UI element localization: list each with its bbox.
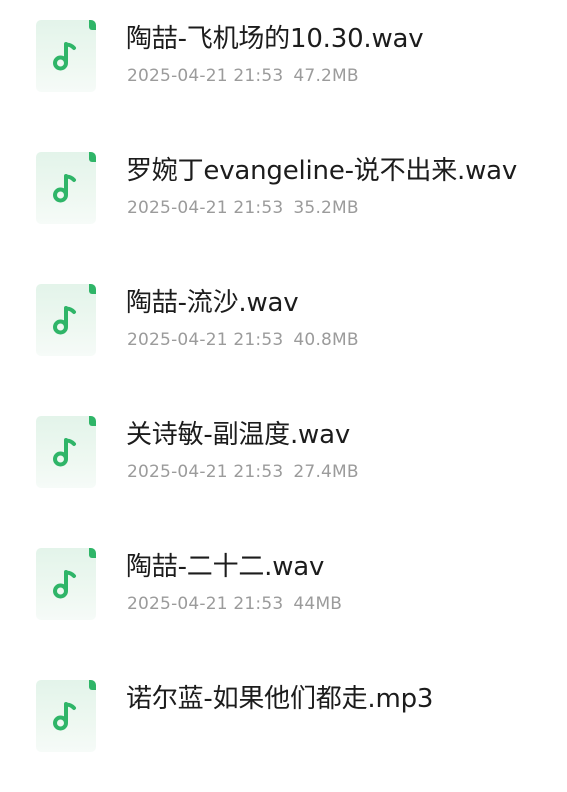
- list-item[interactable]: 陶喆-二十二.wav 2025-04-21 21:53 44MB: [0, 528, 567, 660]
- file-name: 关诗敏-副温度.wav: [126, 420, 351, 450]
- music-note-icon: [53, 702, 76, 731]
- music-note-icon: [53, 438, 76, 467]
- audio-file-icon: [36, 680, 96, 752]
- file-name: 陶喆-二十二.wav: [126, 552, 325, 582]
- file-meta: 2025-04-21 21:53 44MB: [127, 592, 342, 616]
- audio-file-icon: [36, 416, 96, 488]
- file-name: 诺尔蓝-如果他们都走.mp3: [126, 684, 434, 714]
- file-meta: 2025-04-21 21:53 27.4MB: [127, 460, 359, 484]
- file-name: 罗婉丁evangeline-说不出来.wav: [126, 156, 518, 186]
- file-datetime: 2025-04-21 21:53: [127, 594, 284, 614]
- list-item[interactable]: 陶喆-飞机场的10.30.wav 2025-04-21 21:53 47.2MB: [0, 0, 567, 132]
- music-note-icon: [53, 174, 76, 203]
- list-item[interactable]: 关诗敏-副温度.wav 2025-04-21 21:53 27.4MB: [0, 396, 567, 528]
- audio-file-icon: [36, 20, 96, 92]
- audio-file-icon: [36, 548, 96, 620]
- file-size: 40.8MB: [293, 330, 359, 350]
- file-meta: 2025-04-21 21:53 47.2MB: [127, 64, 359, 88]
- music-note-icon: [53, 570, 76, 599]
- file-list: 陶喆-飞机场的10.30.wav 2025-04-21 21:53 47.2MB …: [0, 0, 567, 752]
- file-size: 35.2MB: [293, 198, 359, 218]
- audio-file-icon: [36, 152, 96, 224]
- audio-file-icon: [36, 284, 96, 356]
- music-note-icon: [53, 306, 76, 335]
- file-datetime: 2025-04-21 21:53: [127, 462, 284, 482]
- file-size: 44MB: [293, 594, 343, 614]
- file-datetime: 2025-04-21 21:53: [127, 198, 284, 218]
- file-meta: 2025-04-21 21:53 35.2MB: [127, 196, 359, 220]
- file-datetime: 2025-04-21 21:53: [127, 330, 284, 350]
- file-meta: [127, 724, 137, 748]
- file-size: 27.4MB: [293, 462, 359, 482]
- list-item[interactable]: 诺尔蓝-如果他们都走.mp3: [0, 660, 567, 792]
- file-meta: 2025-04-21 21:53 40.8MB: [127, 328, 359, 352]
- music-note-icon: [53, 42, 76, 71]
- list-item[interactable]: 罗婉丁evangeline-说不出来.wav 2025-04-21 21:53 3…: [0, 132, 567, 264]
- file-size: 47.2MB: [293, 66, 359, 86]
- file-name: 陶喆-飞机场的10.30.wav: [126, 24, 424, 54]
- file-datetime: 2025-04-21 21:53: [127, 66, 284, 86]
- list-item[interactable]: 陶喆-流沙.wav 2025-04-21 21:53 40.8MB: [0, 264, 567, 396]
- file-name: 陶喆-流沙.wav: [126, 288, 299, 318]
